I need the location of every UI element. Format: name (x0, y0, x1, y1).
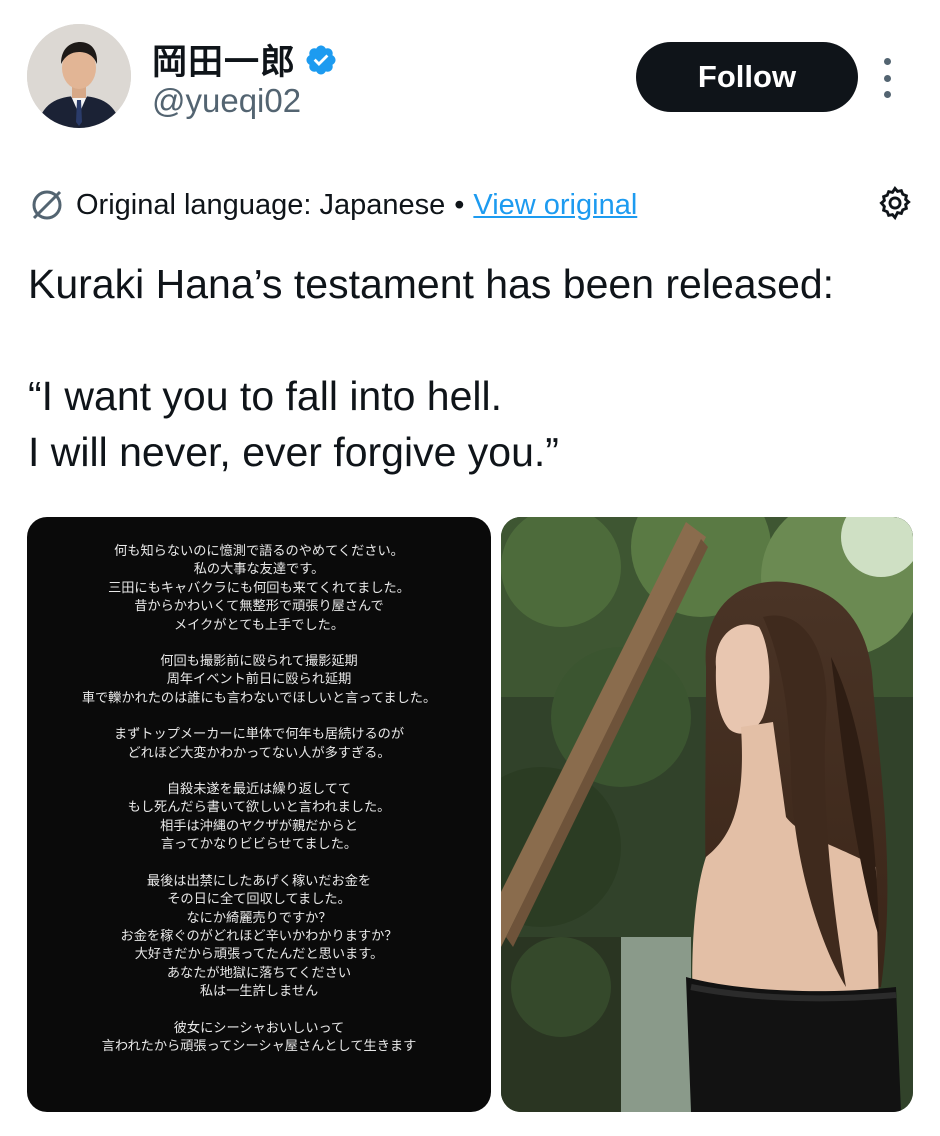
display-name-row[interactable]: 岡田一郎 (152, 34, 338, 85)
view-original-link[interactable]: View original (473, 189, 637, 222)
image-text-paragraph: 何回も撮影前に殴られて撮影延期 周年イベント前日に殴られ延期車で轢かれたのは誰にも… (27, 653, 491, 708)
image-text-line: 最後は出禁にしたあげく稼いだお金を (146, 873, 372, 889)
translate-icon (28, 186, 66, 224)
media-image-text[interactable]: 何も知らないのに憶測で語るのやめてください。 私の大事な友達です。三田にもキャバク… (27, 517, 491, 1112)
image-text-paragraph: 最後は出禁にしたあげく稼いだお金を その日に全て回収してました。 なにか綺麗売りです… (27, 873, 491, 1002)
image-text-line: まずトップメーカーに単体で何年も居続けるのが (113, 727, 405, 743)
image-text-line: 周年イベント前日に殴られ延期 (166, 672, 352, 688)
image-text-line: あなたが地獄に落ちてください (166, 965, 352, 981)
gear-icon[interactable] (876, 184, 914, 222)
image-text-line: 言ってかなりビビらせてました。 (160, 837, 358, 853)
more-vertical-icon[interactable] (876, 58, 898, 98)
image-text-line: 何も知らないのに憶測で語るのやめてください。 (114, 544, 404, 559)
image-text-line: お金を稼ぐのがどれほど辛いかわかりますか？ (120, 928, 398, 944)
media-image-photo[interactable] (501, 517, 913, 1112)
original-language-label: Original language: Japanese (76, 188, 446, 221)
image-text-line: 私は一生許しません (199, 984, 319, 1000)
display-name[interactable]: 岡田一郎 (152, 34, 296, 85)
image-text-line: 何回も撮影前に殴られて撮影延期 (160, 654, 358, 670)
image-text-paragraph: 彼女にシーシャおいしいって言われたから頑張ってシーシャ屋さんとして生きます (27, 1020, 491, 1057)
image-text-paragraph: 何も知らないのに憶測で語るのやめてください。 私の大事な友達です。三田にもキャバク… (27, 543, 491, 635)
image-text-line: メイクがとても上手でした。 (173, 617, 345, 633)
image-text-line: 相手は沖縄のヤクザが親だからと (160, 818, 358, 834)
image-text-line: どれほど大変かわかってない人が多すぎる。 (127, 745, 391, 761)
image-text-paragraph: 自殺未遂を最近は繰り返しててもし死んだら書いて欲しいと言われました。 相手は沖縄の… (27, 781, 491, 855)
image-text-line: 三田にもキャバクラにも何回も来てくれてました。 (108, 580, 410, 596)
image-text-line: その日に全て回収してました。 (167, 892, 351, 908)
follow-button[interactable]: Follow (636, 42, 858, 112)
image-text-line: 大好きだから頑張ってたんだと思います。 (134, 947, 384, 963)
image-text-line: 言われたから頑張ってシーシャ屋さんとして生きます (101, 1038, 417, 1054)
avatar[interactable] (27, 24, 131, 128)
translation-bar: Original language: Japanese • View origi… (28, 185, 916, 225)
verified-badge-icon (304, 43, 338, 77)
tweet-text: Kuraki Hana’s testament has been release… (28, 261, 835, 475)
image-japanese-text: 何も知らないのに憶測で語るのやめてください。 私の大事な友達です。三田にもキャバク… (27, 543, 491, 1074)
image-text-line: 私の大事な友達です。 (193, 562, 325, 578)
image-text-line: なにか綺麗売りですか？ (186, 910, 332, 926)
separator-dot: • (454, 188, 465, 221)
image-text-line: 昔からかわいくて無整形で頑張り屋さんで (134, 599, 384, 615)
image-text-paragraph: まずトップメーカーに単体で何年も居続けるのが どれほど大変かわかってない人が多すぎ… (27, 726, 491, 763)
user-handle[interactable]: @yueqi02 (152, 82, 301, 120)
image-text-line: 自殺未遂を最近は繰り返してて (166, 782, 352, 798)
image-text-line: もし死んだら書いて欲しいと言われました。 (127, 800, 391, 816)
image-text-line: 車で轢かれたのは誰にも言わないでほしいと言ってました。 (81, 690, 437, 706)
image-text-line: 彼女にシーシャおいしいって (173, 1020, 345, 1036)
